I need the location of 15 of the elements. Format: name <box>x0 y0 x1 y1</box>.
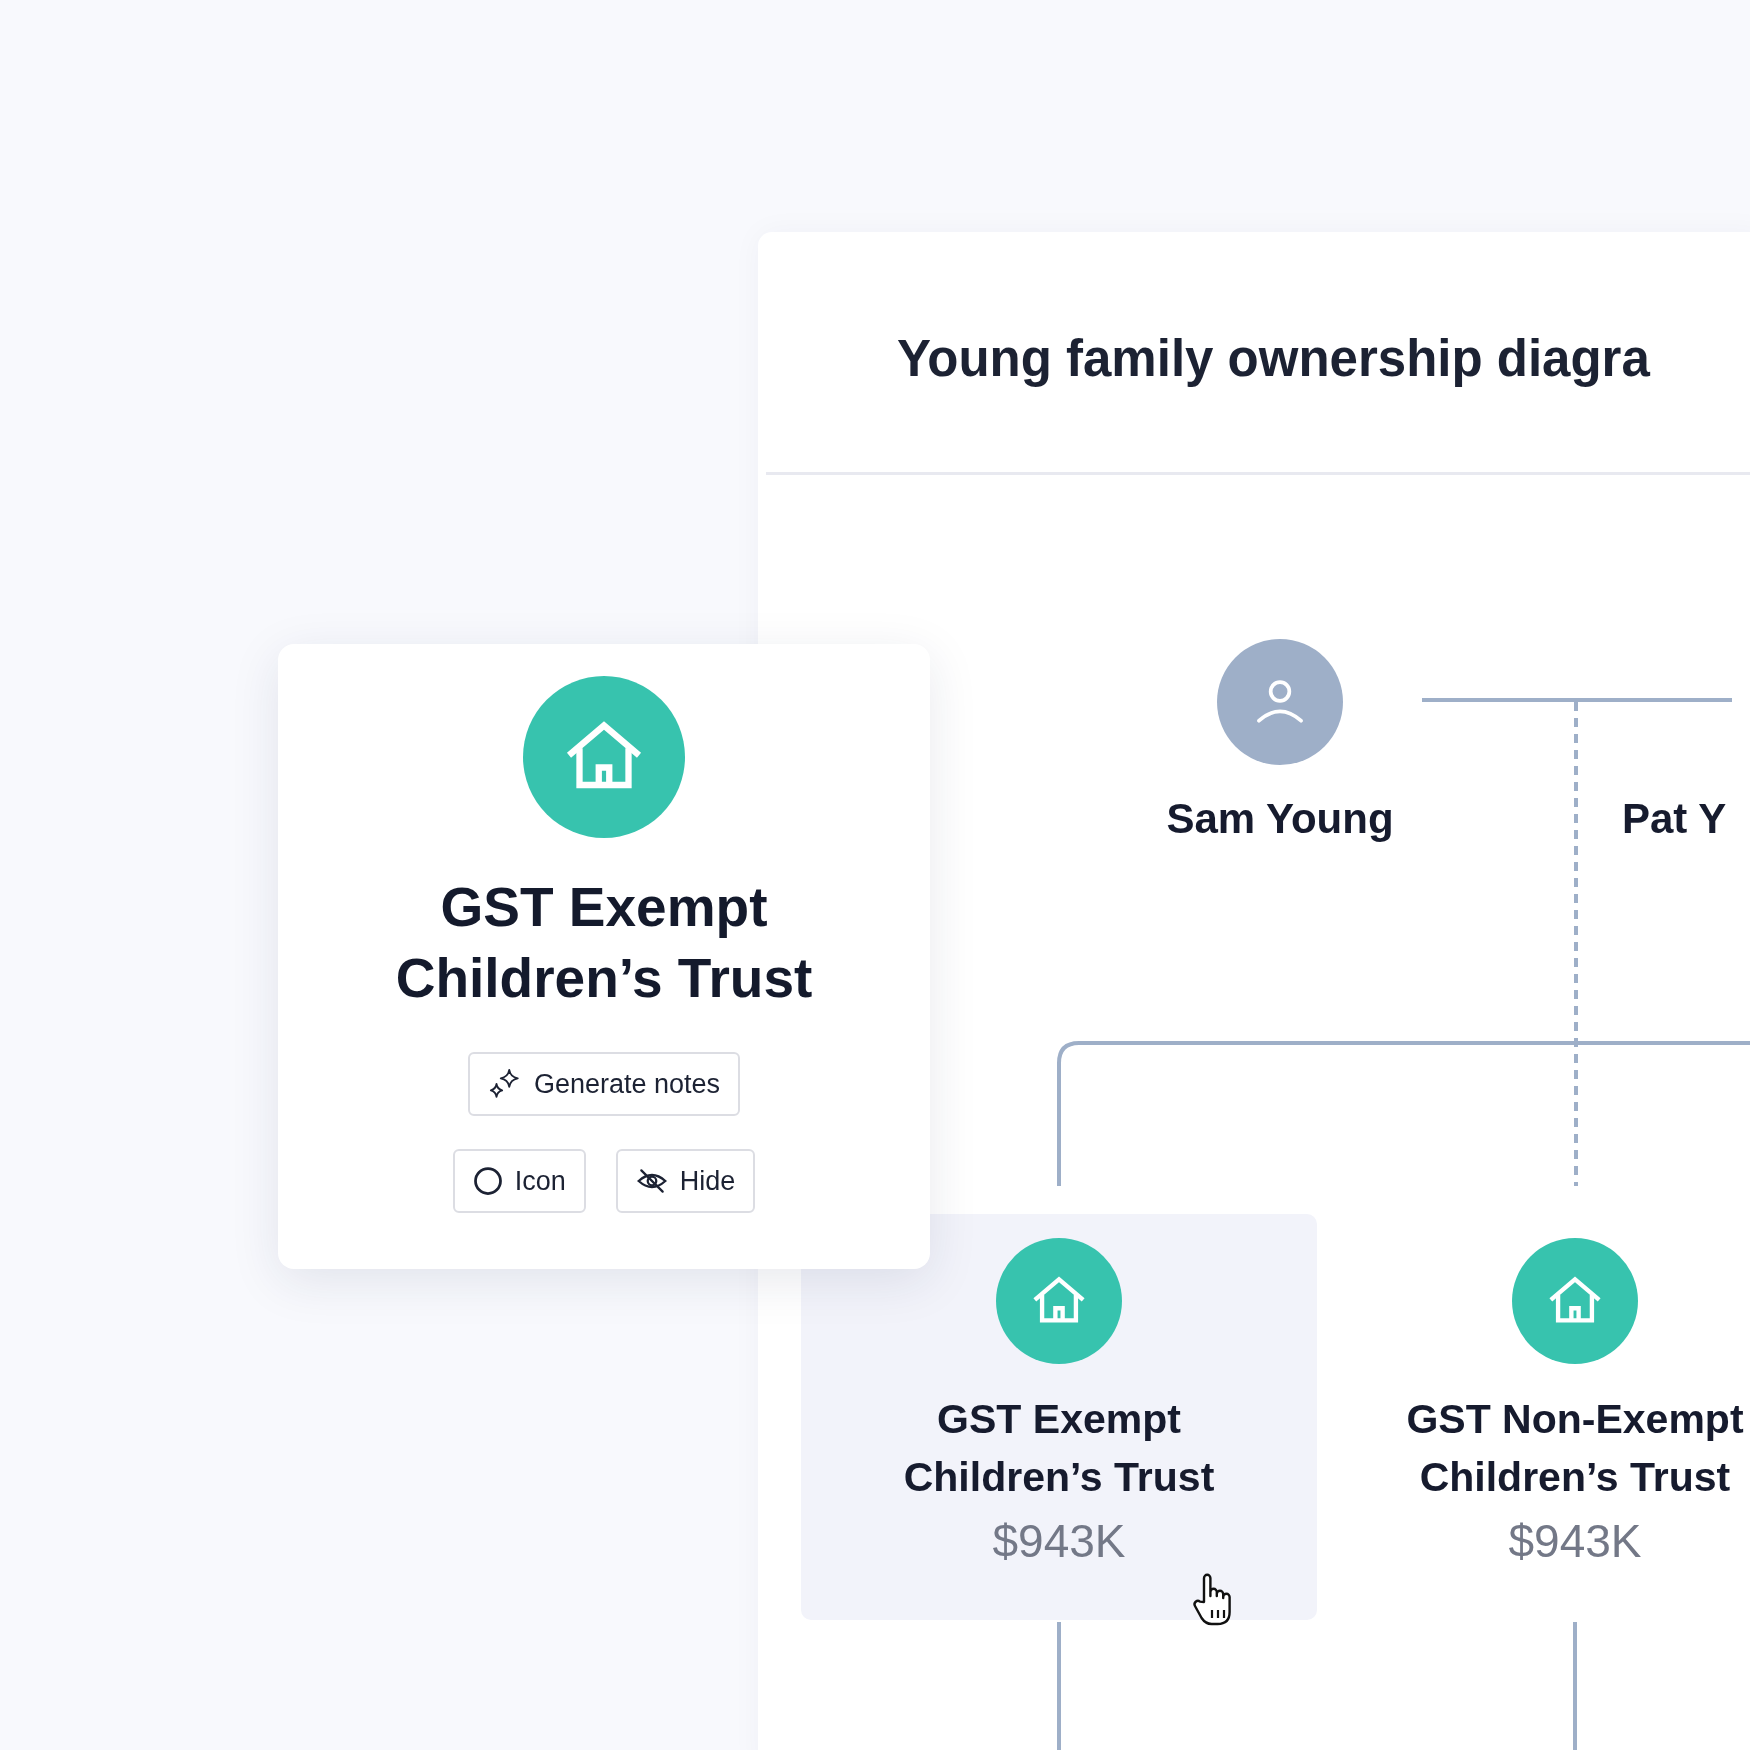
entity-name: GST Exempt Children’s Trust <box>903 1395 1215 1502</box>
generate-notes-button[interactable]: Generate notes <box>467 1052 741 1116</box>
entity-name: GST Non-Exempt Children’s Trust <box>1406 1395 1744 1502</box>
entity-value: $943K <box>992 1514 1126 1569</box>
entity-value: $943K <box>1508 1514 1642 1569</box>
hide-button[interactable]: Hide <box>615 1149 756 1213</box>
entity-node[interactable]: GST Non-Exempt Children’s Trust $943K <box>1317 1214 1750 1620</box>
sparkle-icon <box>487 1067 522 1101</box>
entity-node[interactable]: GST Exempt Children’s Trust $943K <box>801 1214 1317 1620</box>
diagram-title: Young family ownership diagra <box>897 329 1650 389</box>
card-title: GST Exempt Children’s Trust <box>395 875 813 1011</box>
circle-icon <box>472 1166 503 1196</box>
person-name: Sam Young <box>1165 794 1395 844</box>
person-name: Pat Y <box>1622 794 1727 844</box>
icon-button[interactable]: Icon <box>452 1149 586 1213</box>
